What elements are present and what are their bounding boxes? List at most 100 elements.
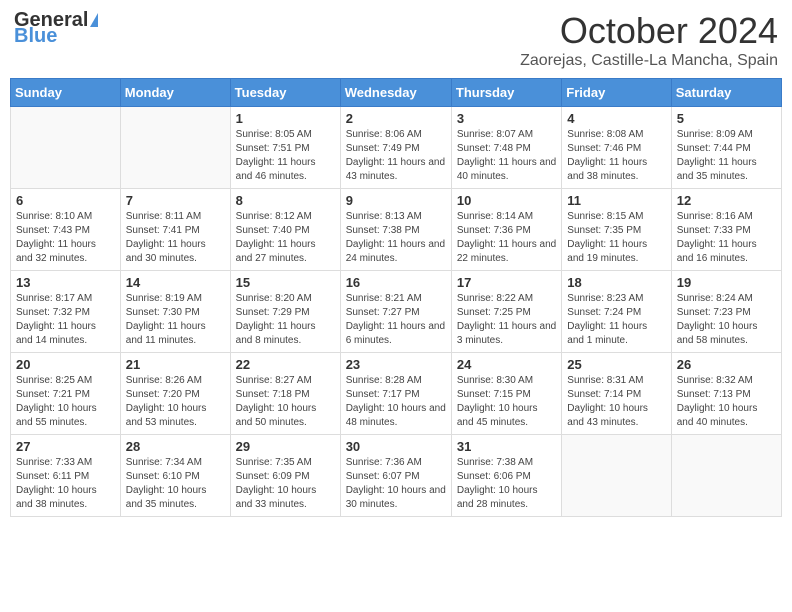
day-number: 13 <box>16 275 115 290</box>
calendar-week-row: 13 Sunrise: 8:17 AM Sunset: 7:32 PM Dayli… <box>11 271 782 353</box>
day-info: Sunrise: 8:08 AM Sunset: 7:46 PM Dayligh… <box>567 128 665 184</box>
calendar-week-row: 6Sunrise: 8:10 AM Sunset: 7:43 PM Daylig… <box>11 189 782 271</box>
day-info: Sunrise: 8:25 AM Sunset: 7:21 PM Dayligh… <box>16 374 115 430</box>
day-number: 25 <box>567 357 665 372</box>
day-info: Sunrise: 8:21 AM Sunset: 7:27 PM Dayligh… <box>346 292 446 348</box>
calendar-cell: 14Sunrise: 8:19 AM Sunset: 7:30 PM Dayli… <box>120 271 230 353</box>
day-info: Sunrise: 8:16 AM Sunset: 7:33 PM Dayligh… <box>677 210 776 266</box>
calendar-cell: 4Sunrise: 8:08 AM Sunset: 7:46 PM Daylig… <box>562 107 671 189</box>
logo: General Blue <box>14 10 98 46</box>
day-info: Sunrise: 8:26 AM Sunset: 7:20 PM Dayligh… <box>126 374 225 430</box>
day-number: 21 <box>126 357 225 372</box>
day-info: Sunrise: 8:10 AM Sunset: 7:43 PM Dayligh… <box>16 210 115 266</box>
calendar-cell: 13 Sunrise: 8:17 AM Sunset: 7:32 PM Dayli… <box>11 271 121 353</box>
day-number: 16 <box>346 275 446 290</box>
day-number: 9 <box>346 193 446 208</box>
calendar-cell: 21 Sunrise: 8:26 AM Sunset: 7:20 PM Dayli… <box>120 353 230 435</box>
calendar-cell: 23 Sunrise: 8:28 AM Sunset: 7:17 PM Dayli… <box>340 353 451 435</box>
day-info: Sunrise: 7:36 AM Sunset: 6:07 PM Dayligh… <box>346 456 446 512</box>
calendar-cell: 11 Sunrise: 8:15 AM Sunset: 7:35 PM Dayli… <box>562 189 671 271</box>
day-info: Sunrise: 8:30 AM Sunset: 7:15 PM Dayligh… <box>457 374 556 430</box>
calendar-cell: 1 Sunrise: 8:05 AM Sunset: 7:51 PM Daylig… <box>230 107 340 189</box>
day-number: 3 <box>457 111 556 126</box>
calendar-cell: 7Sunrise: 8:11 AM Sunset: 7:41 PM Daylig… <box>120 189 230 271</box>
calendar-cell: 31 Sunrise: 7:38 AM Sunset: 6:06 PM Dayli… <box>451 435 561 517</box>
calendar-cell: 25 Sunrise: 8:31 AM Sunset: 7:14 PM Dayli… <box>562 353 671 435</box>
day-info: Sunrise: 8:31 AM Sunset: 7:14 PM Dayligh… <box>567 374 665 430</box>
day-number: 1 <box>236 111 335 126</box>
day-number: 31 <box>457 439 556 454</box>
day-info: Sunrise: 8:15 AM Sunset: 7:35 PM Dayligh… <box>567 210 665 266</box>
day-info: Sunrise: 8:23 AM Sunset: 7:24 PM Dayligh… <box>567 292 665 348</box>
month-title: October 2024 <box>520 10 778 52</box>
location: Zaorejas, Castille-La Mancha, Spain <box>520 52 778 70</box>
calendar-cell: 18 Sunrise: 8:23 AM Sunset: 7:24 PM Dayli… <box>562 271 671 353</box>
calendar-cell: 29 Sunrise: 7:35 AM Sunset: 6:09 PM Dayli… <box>230 435 340 517</box>
day-number: 11 <box>567 193 665 208</box>
calendar-cell: 3 Sunrise: 8:07 AM Sunset: 7:48 PM Daylig… <box>451 107 561 189</box>
day-info: Sunrise: 7:34 AM Sunset: 6:10 PM Dayligh… <box>126 456 225 512</box>
calendar-cell: 5 Sunrise: 8:09 AM Sunset: 7:44 PM Daylig… <box>671 107 781 189</box>
day-info: Sunrise: 7:33 AM Sunset: 6:11 PM Dayligh… <box>16 456 115 512</box>
day-info: Sunrise: 8:17 AM Sunset: 7:32 PM Dayligh… <box>16 292 115 348</box>
day-header-monday: Monday <box>120 79 230 107</box>
calendar-cell: 22 Sunrise: 8:27 AM Sunset: 7:18 PM Dayli… <box>230 353 340 435</box>
day-number: 12 <box>677 193 776 208</box>
day-info: Sunrise: 8:19 AM Sunset: 7:30 PM Dayligh… <box>126 292 225 348</box>
day-number: 30 <box>346 439 446 454</box>
day-header-saturday: Saturday <box>671 79 781 107</box>
calendar-cell: 6Sunrise: 8:10 AM Sunset: 7:43 PM Daylig… <box>11 189 121 271</box>
day-header-friday: Friday <box>562 79 671 107</box>
calendar-cell: 17Sunrise: 8:22 AM Sunset: 7:25 PM Dayli… <box>451 271 561 353</box>
day-info: Sunrise: 8:20 AM Sunset: 7:29 PM Dayligh… <box>236 292 335 348</box>
calendar-cell: 10 Sunrise: 8:14 AM Sunset: 7:36 PM Dayli… <box>451 189 561 271</box>
calendar-cell <box>11 107 121 189</box>
calendar-cell: 26 Sunrise: 8:32 AM Sunset: 7:13 PM Dayli… <box>671 353 781 435</box>
day-info: Sunrise: 8:24 AM Sunset: 7:23 PM Dayligh… <box>677 292 776 348</box>
day-info: Sunrise: 8:14 AM Sunset: 7:36 PM Dayligh… <box>457 210 556 266</box>
title-block: October 2024 Zaorejas, Castille-La Manch… <box>520 10 778 70</box>
day-number: 28 <box>126 439 225 454</box>
day-header-sunday: Sunday <box>11 79 121 107</box>
day-info: Sunrise: 8:27 AM Sunset: 7:18 PM Dayligh… <box>236 374 335 430</box>
day-info: Sunrise: 8:07 AM Sunset: 7:48 PM Dayligh… <box>457 128 556 184</box>
calendar-cell: 27 Sunrise: 7:33 AM Sunset: 6:11 PM Dayli… <box>11 435 121 517</box>
day-number: 15 <box>236 275 335 290</box>
calendar-cell: 15 Sunrise: 8:20 AM Sunset: 7:29 PM Dayli… <box>230 271 340 353</box>
logo-triangle-icon <box>90 13 98 27</box>
day-info: Sunrise: 7:38 AM Sunset: 6:06 PM Dayligh… <box>457 456 556 512</box>
calendar-week-row: 20 Sunrise: 8:25 AM Sunset: 7:21 PM Dayli… <box>11 353 782 435</box>
day-info: Sunrise: 8:09 AM Sunset: 7:44 PM Dayligh… <box>677 128 776 184</box>
day-number: 20 <box>16 357 115 372</box>
day-number: 10 <box>457 193 556 208</box>
calendar-cell: 12 Sunrise: 8:16 AM Sunset: 7:33 PM Dayli… <box>671 189 781 271</box>
day-number: 29 <box>236 439 335 454</box>
day-info: Sunrise: 8:13 AM Sunset: 7:38 PM Dayligh… <box>346 210 446 266</box>
calendar-header-row: SundayMondayTuesdayWednesdayThursdayFrid… <box>11 79 782 107</box>
day-number: 27 <box>16 439 115 454</box>
calendar-cell <box>562 435 671 517</box>
page-header: General Blue October 2024 Zaorejas, Cast… <box>10 10 782 70</box>
day-info: Sunrise: 8:05 AM Sunset: 7:51 PM Dayligh… <box>236 128 335 184</box>
day-number: 5 <box>677 111 776 126</box>
logo-blue-text: Blue <box>14 26 57 46</box>
day-number: 22 <box>236 357 335 372</box>
calendar-cell <box>671 435 781 517</box>
calendar-cell <box>120 107 230 189</box>
day-info: Sunrise: 8:28 AM Sunset: 7:17 PM Dayligh… <box>346 374 446 430</box>
day-number: 23 <box>346 357 446 372</box>
calendar-week-row: 1 Sunrise: 8:05 AM Sunset: 7:51 PM Daylig… <box>11 107 782 189</box>
day-number: 19 <box>677 275 776 290</box>
calendar-cell: 16 Sunrise: 8:21 AM Sunset: 7:27 PM Dayli… <box>340 271 451 353</box>
day-number: 18 <box>567 275 665 290</box>
day-info: Sunrise: 8:06 AM Sunset: 7:49 PM Dayligh… <box>346 128 446 184</box>
day-number: 2 <box>346 111 446 126</box>
day-number: 26 <box>677 357 776 372</box>
day-info: Sunrise: 8:11 AM Sunset: 7:41 PM Dayligh… <box>126 210 225 266</box>
calendar-body: 1 Sunrise: 8:05 AM Sunset: 7:51 PM Daylig… <box>11 107 782 517</box>
day-info: Sunrise: 7:35 AM Sunset: 6:09 PM Dayligh… <box>236 456 335 512</box>
day-info: Sunrise: 8:22 AM Sunset: 7:25 PM Dayligh… <box>457 292 556 348</box>
calendar-cell: 20 Sunrise: 8:25 AM Sunset: 7:21 PM Dayli… <box>11 353 121 435</box>
day-info: Sunrise: 8:32 AM Sunset: 7:13 PM Dayligh… <box>677 374 776 430</box>
calendar-cell: 28 Sunrise: 7:34 AM Sunset: 6:10 PM Dayli… <box>120 435 230 517</box>
